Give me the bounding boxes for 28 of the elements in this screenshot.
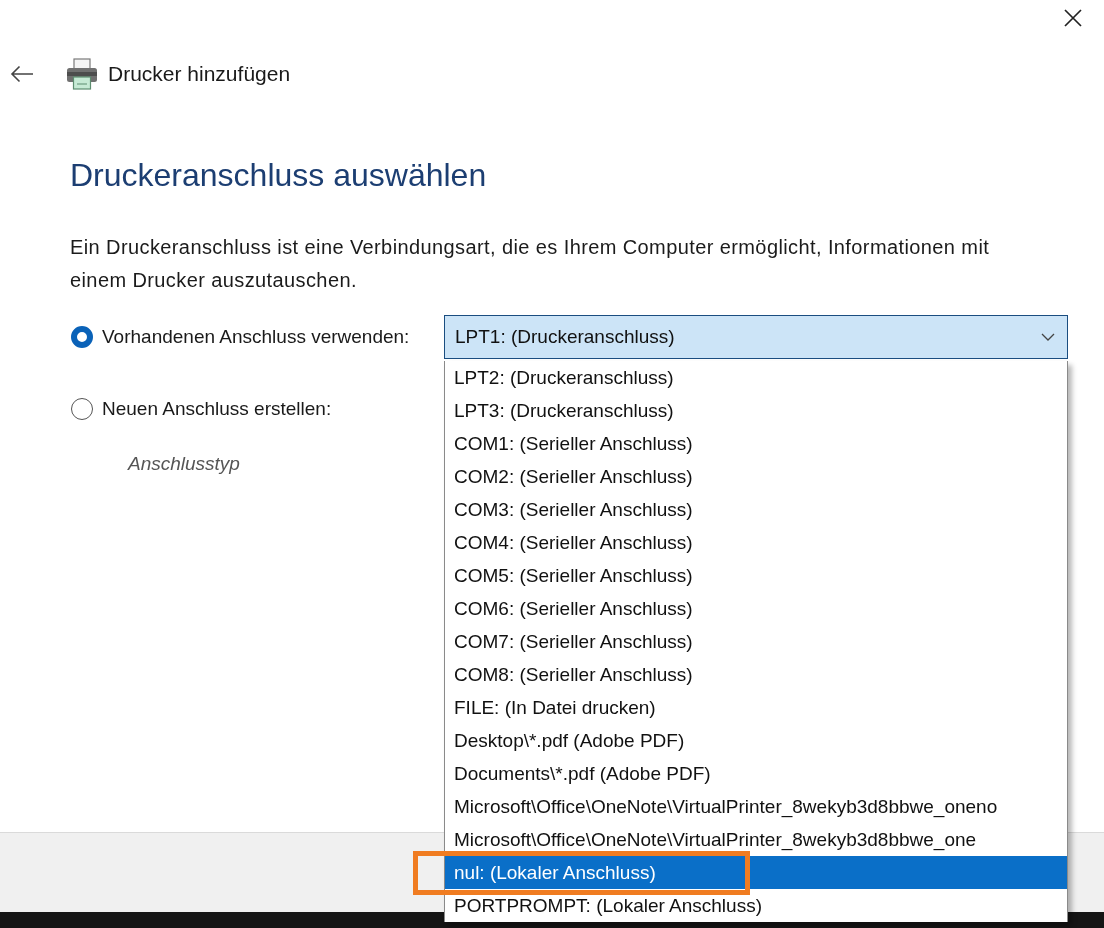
chevron-down-icon (1041, 333, 1055, 341)
dropdown-option[interactable]: COM2: (Serieller Anschluss) (445, 460, 1067, 493)
dropdown-option[interactable]: PORTPROMPT: (Lokaler Anschluss) (445, 889, 1067, 922)
dropdown-option[interactable]: COM1: (Serieller Anschluss) (445, 427, 1067, 460)
dropdown-option[interactable]: nul: (Lokaler Anschluss) (445, 856, 1067, 889)
dropdown-option[interactable]: COM7: (Serieller Anschluss) (445, 625, 1067, 658)
dropdown-option[interactable]: COM3: (Serieller Anschluss) (445, 493, 1067, 526)
dropdown-option[interactable]: COM6: (Serieller Anschluss) (445, 592, 1067, 625)
port-combobox[interactable]: LPT1: (Druckeranschluss) (444, 315, 1068, 359)
dropdown-option[interactable]: LPT3: (Druckeranschluss) (445, 394, 1067, 427)
close-icon (1064, 9, 1082, 27)
dropdown-option[interactable]: FILE: (In Datei drucken) (445, 691, 1067, 724)
radio-option[interactable]: Vorhandenen Anschluss verwenden: (71, 326, 444, 348)
dropdown-option[interactable]: Microsoft\Office\OneNote\VirtualPrinter_8wekyb3d8bbwe_oneno (445, 790, 1067, 823)
dropdown-option[interactable]: Documents\*.pdf (Adobe PDF) (445, 757, 1067, 790)
window-title: Drucker hinzufügen (108, 62, 291, 86)
page-heading: Druckeranschluss auswählen (70, 156, 487, 195)
arrow-left-icon (10, 65, 34, 83)
port-type-label: Anschlusstyp (128, 452, 240, 476)
dropdown-option[interactable]: LPT2: (Druckeranschluss) (445, 361, 1067, 394)
dropdown-option[interactable]: COM8: (Serieller Anschluss) (445, 658, 1067, 691)
printer-icon (66, 58, 98, 90)
dropdown-option[interactable]: COM4: (Serieller Anschluss) (445, 526, 1067, 559)
dropdown-option[interactable]: COM5: (Serieller Anschluss) (445, 559, 1067, 592)
description-text: Ein Druckeranschluss ist eine Verbindungsart, die es Ihrem Computer ermöglicht, Informationen mit einem Drucker auszutauschen. (70, 235, 991, 293)
radio-option[interactable]: Neuen Anschluss erstellen: (71, 398, 444, 420)
dropdown-option[interactable]: Microsoft\Office\OneNote\VirtualPrinter_8wekyb3d8bbwe_one (445, 823, 1067, 856)
dropdown-option[interactable]: Desktop\*.pdf (Adobe PDF) (445, 724, 1067, 757)
